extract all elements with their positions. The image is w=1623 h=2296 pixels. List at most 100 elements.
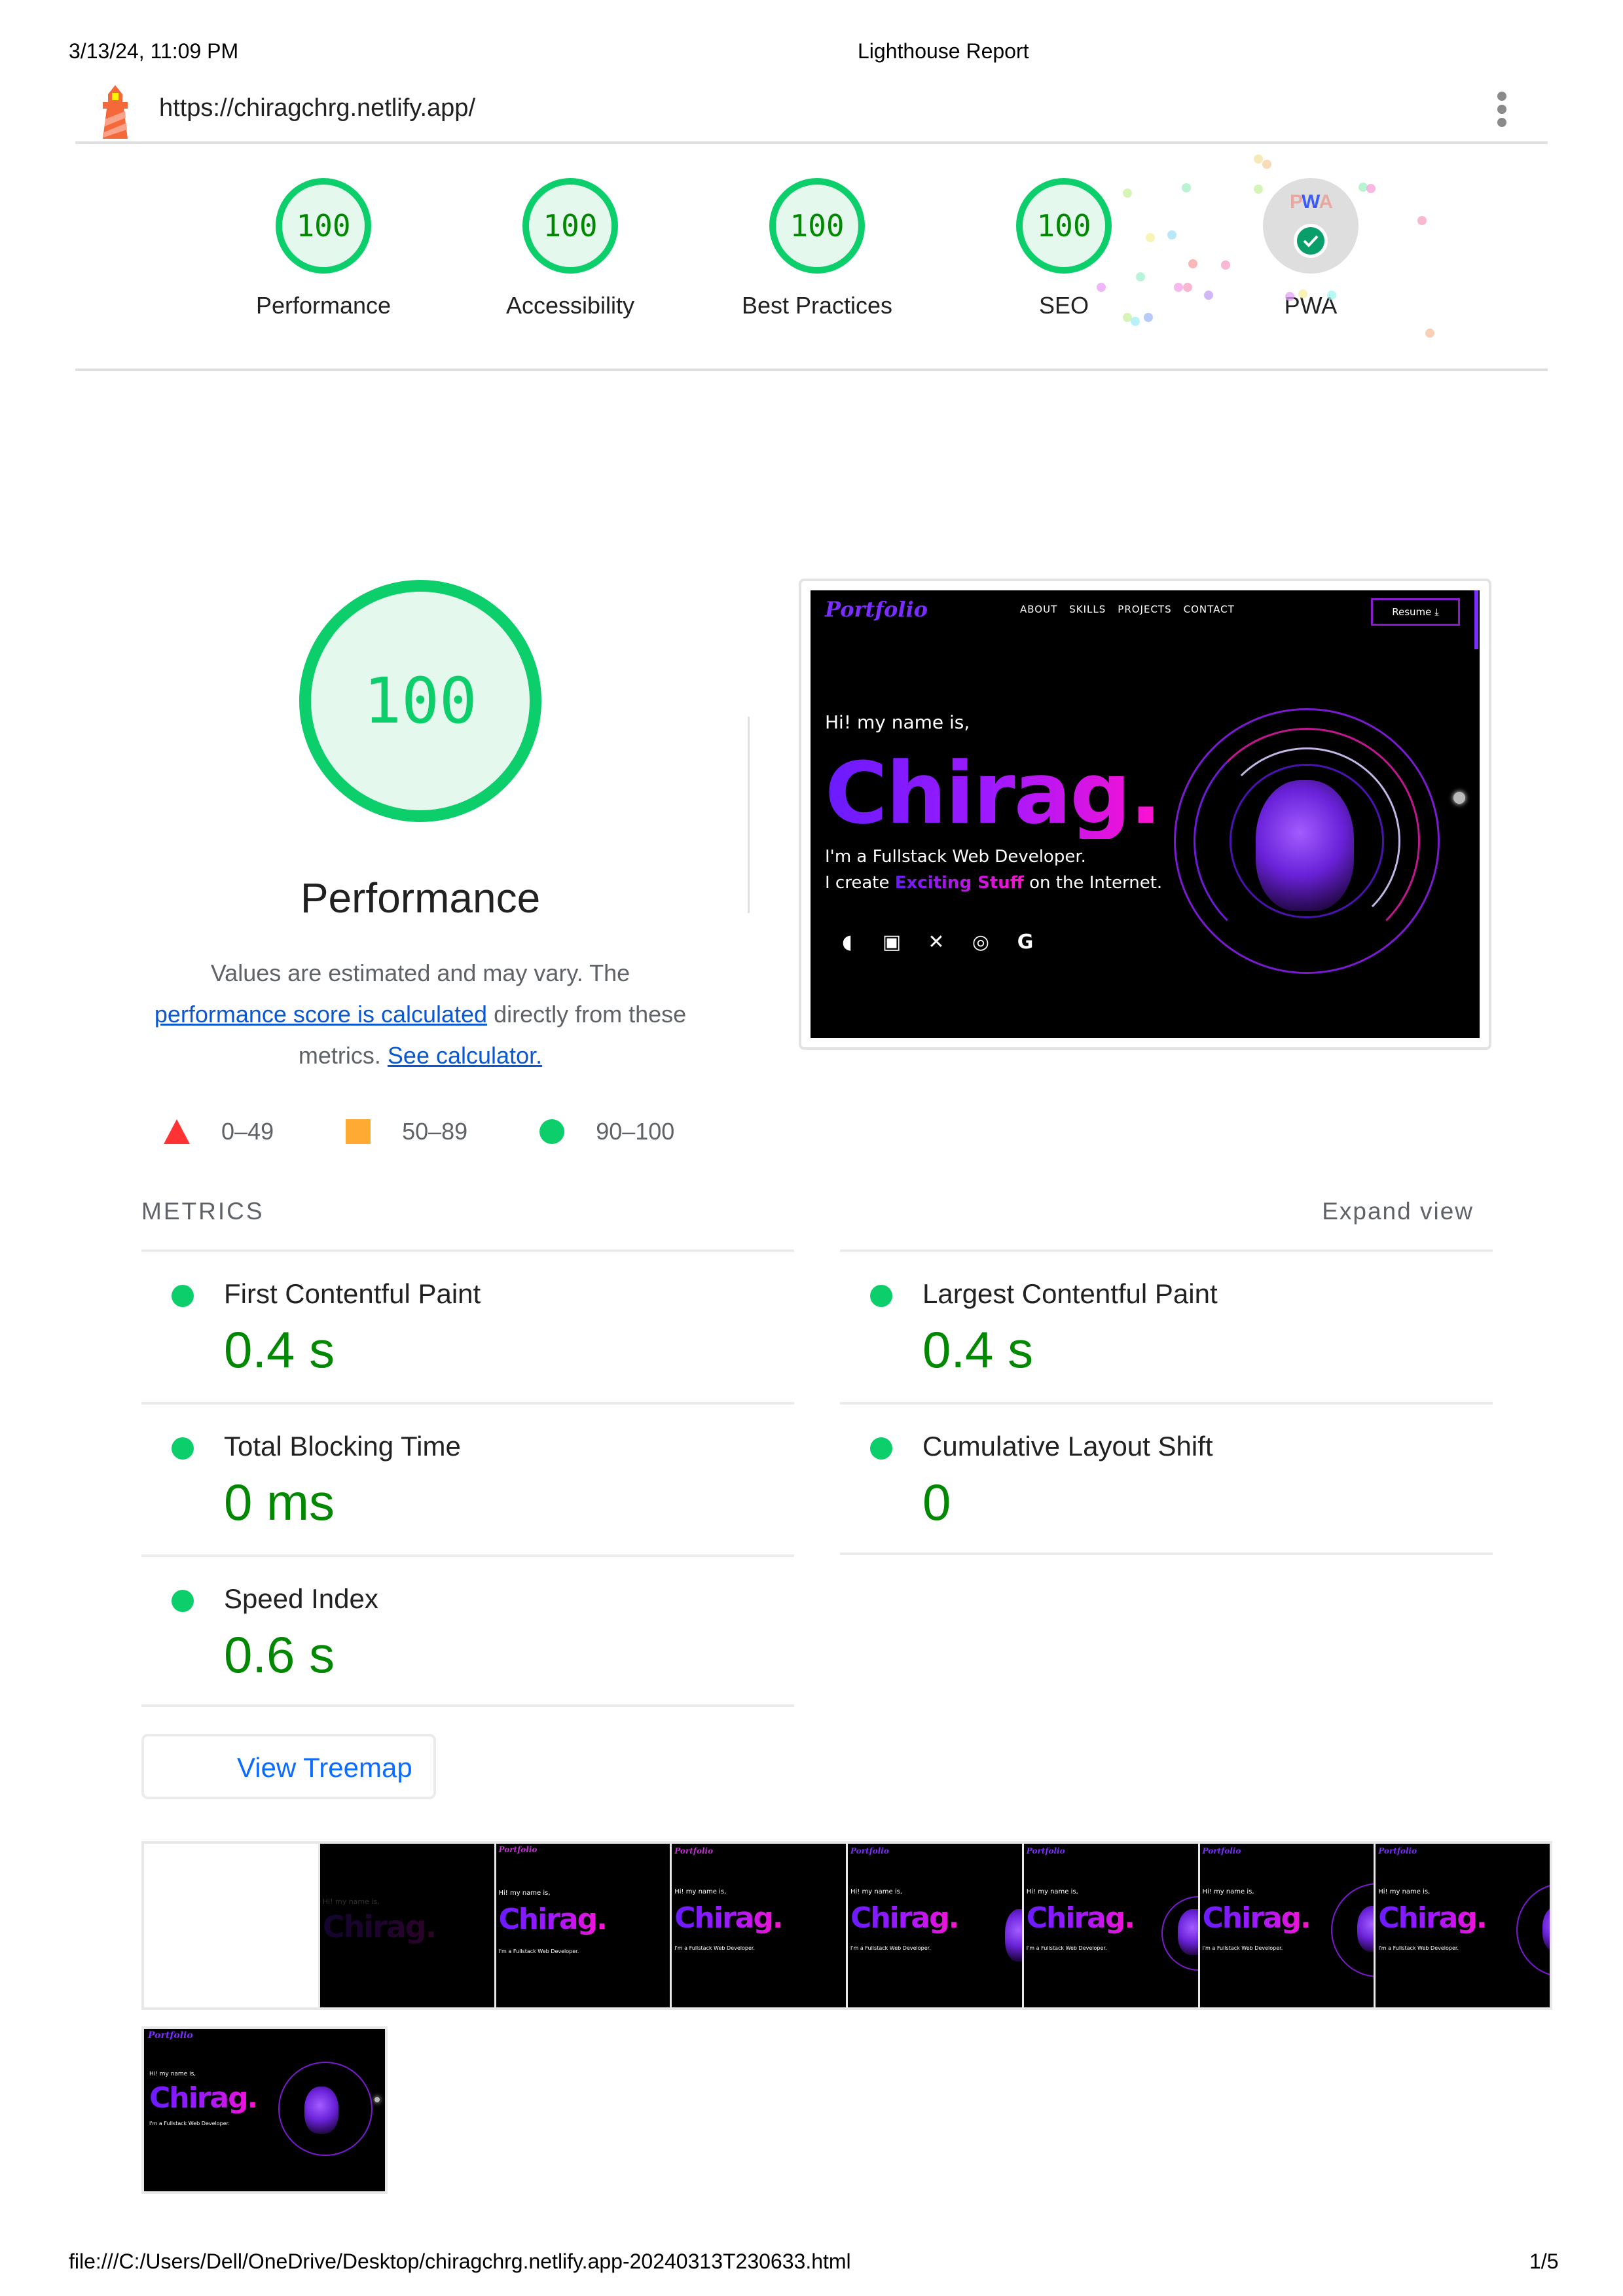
filmstrip-frame: [144, 1844, 318, 2007]
category-gauges: 100 Performance 100 Accessibility 100 Be…: [75, 141, 1548, 371]
filmstrip: Hi! my name is, Chirag. Portfolio Hi! my…: [141, 1841, 1552, 2010]
linkedin-icon: ▣: [882, 931, 902, 954]
legend-pass: 90–100: [539, 1118, 674, 1145]
frame-logo: Portfolio: [850, 1846, 889, 1856]
gauge-seo[interactable]: 100 SEO: [966, 141, 1162, 319]
frame-portrait: [1005, 1909, 1022, 1962]
score-legend: 0–49 50–89 90–100: [164, 1118, 746, 1145]
metric-value: 0.4 s: [922, 1321, 1034, 1378]
frame-greeting: Hi! my name is,: [850, 1888, 903, 1895]
site-logo: Portfolio: [825, 597, 928, 622]
frame-greeting: Hi! my name is,: [1378, 1888, 1431, 1895]
pass-icon: [172, 1285, 194, 1307]
google-icon: G: [1017, 931, 1034, 954]
expand-view-toggle[interactable]: Expand view: [1322, 1198, 1474, 1225]
metric-total-blocking-time: Total Blocking Time 0 ms: [141, 1402, 794, 1554]
metric-name: Total Blocking Time: [224, 1431, 461, 1462]
divider: [840, 1552, 1493, 1555]
filmstrip-frame: Portfolio Hi! my name is, Chirag. I'm a …: [141, 2026, 388, 2194]
confetti-dot: [1123, 188, 1132, 198]
metric-value: 0: [922, 1473, 951, 1531]
see-calculator-link[interactable]: See calculator.: [388, 1042, 542, 1069]
final-screenshot[interactable]: Portfolio ABOUT SKILLS PROJECTS CONTACT Res…: [799, 579, 1491, 1050]
square-average-icon: [346, 1119, 371, 1144]
print-footer-page: 1/5: [1529, 2250, 1559, 2273]
metric-name: Cumulative Layout Shift: [922, 1431, 1213, 1462]
frame-name: Chirag.: [1378, 1901, 1487, 1935]
print-title: Lighthouse Report: [858, 39, 1029, 63]
gauge-score: 100: [276, 178, 371, 274]
frame-name: Chirag.: [498, 1903, 608, 1936]
frame-greeting: Hi! my name is,: [1202, 1888, 1254, 1895]
site-resume-button: Resume ⤓: [1371, 598, 1460, 626]
frame-name: Chirag.: [1026, 1901, 1135, 1935]
score-calculated-link[interactable]: performance score is calculated: [155, 1001, 487, 1028]
legend-range: 0–49: [221, 1118, 274, 1145]
site-nav-item: CONTACT: [1183, 603, 1235, 615]
metric-speed-index: Speed Index 0.6 s: [141, 1554, 794, 1707]
confetti-dot: [1254, 154, 1263, 164]
frame-name: Chirag.: [674, 1901, 783, 1935]
frame-logo: Portfolio: [498, 1845, 538, 1854]
x-icon: ✕: [928, 931, 945, 954]
performance-score-gauge: 100: [299, 580, 541, 822]
frame-tagline: I'm a Fullstack Web Developer.: [498, 1948, 579, 1954]
confetti-dot: [1366, 184, 1376, 193]
gauge-score: 100: [1016, 178, 1112, 274]
frame-logo: Portfolio: [674, 1846, 714, 1856]
gauge-label: Performance: [255, 292, 392, 319]
confetti-dot: [1146, 233, 1155, 242]
gauge-performance[interactable]: 100 Performance: [225, 141, 422, 319]
frame-tagline: I'm a Fullstack Web Developer.: [1026, 1945, 1107, 1951]
report-url[interactable]: https://chiragchrg.netlify.app/: [159, 94, 475, 122]
frame-greeting: Hi! my name is,: [149, 2071, 196, 2077]
frame-name: Chirag.: [322, 1909, 437, 1945]
divider: [141, 1704, 794, 1707]
pass-icon: [870, 1285, 892, 1307]
site-nav-item: ABOUT: [1020, 603, 1058, 615]
pwa-badge: PWA: [1263, 178, 1359, 274]
confetti-dot: [1221, 260, 1230, 270]
pass-icon: [172, 1590, 194, 1612]
site-name: Chirag.: [825, 744, 1162, 843]
site-tagline-2: I create Exciting Stuff on the Internet.: [825, 873, 1162, 893]
confetti-dot: [1097, 283, 1106, 292]
metric-name: First Contentful Paint: [224, 1278, 481, 1309]
kebab-menu-icon[interactable]: [1495, 92, 1508, 128]
metric-value: 0.4 s: [224, 1321, 335, 1378]
frame-tagline: I'm a Fullstack Web Developer.: [674, 1945, 755, 1951]
legend-range: 90–100: [596, 1118, 675, 1145]
instagram-icon: ◎: [972, 931, 990, 954]
frame-logo: Portfolio: [148, 2030, 193, 2041]
filmstrip-frame: Portfolio Hi! my name is, Chirag. I'm a …: [496, 1844, 670, 2007]
desc-text: Values are estimated and may vary. The: [210, 960, 630, 986]
legend-average: 50–89: [346, 1118, 467, 1145]
gauge-accessibility[interactable]: 100 Accessibility: [472, 141, 668, 319]
filmstrip-frame: Portfolio Hi! my name is, Chirag. I'm a …: [848, 1844, 1022, 2007]
print-footer-path: file:///C:/Users/Dell/OneDrive/Desktop/c…: [69, 2250, 851, 2273]
gauge-label: Accessibility: [505, 292, 635, 319]
confetti-dot: [1298, 289, 1307, 298]
frame-name: Chirag.: [1202, 1901, 1311, 1935]
site-nav-item: SKILLS: [1069, 603, 1106, 615]
view-treemap-button[interactable]: View Treemap: [141, 1734, 436, 1799]
frame-tagline: I'm a Fullstack Web Developer.: [1378, 1945, 1459, 1951]
confetti-dot: [1136, 272, 1145, 281]
metric-value: 0 ms: [224, 1473, 335, 1531]
confetti-dot: [1417, 216, 1427, 225]
filmstrip-frame: Portfolio Hi! my name is, Chirag. I'm a …: [1199, 1844, 1374, 2007]
metric-first-contentful-paint: First Contentful Paint 0.4 s: [141, 1249, 794, 1402]
gauge-pwa[interactable]: PWA PWA: [1213, 141, 1409, 319]
metric-value: 0.6 s: [224, 1626, 335, 1683]
site-nav-item: PROJECTS: [1118, 603, 1172, 615]
frame-portrait: [1177, 1909, 1198, 1955]
legend-range: 50–89: [402, 1118, 468, 1145]
gauge-best-practices[interactable]: 100 Best Practices: [719, 141, 915, 319]
confetti-dot: [1167, 230, 1176, 240]
portrait-image: [1256, 780, 1354, 911]
performance-description: Values are estimated and may vary. The p…: [151, 952, 690, 1076]
gauge-label: SEO: [1038, 292, 1089, 319]
metric-largest-contentful-paint: Largest Contentful Paint 0.4 s: [840, 1249, 1493, 1402]
filmstrip-frame: Hi! my name is, Chirag.: [319, 1844, 494, 2007]
frame-greeting: Hi! my name is,: [498, 1890, 551, 1897]
